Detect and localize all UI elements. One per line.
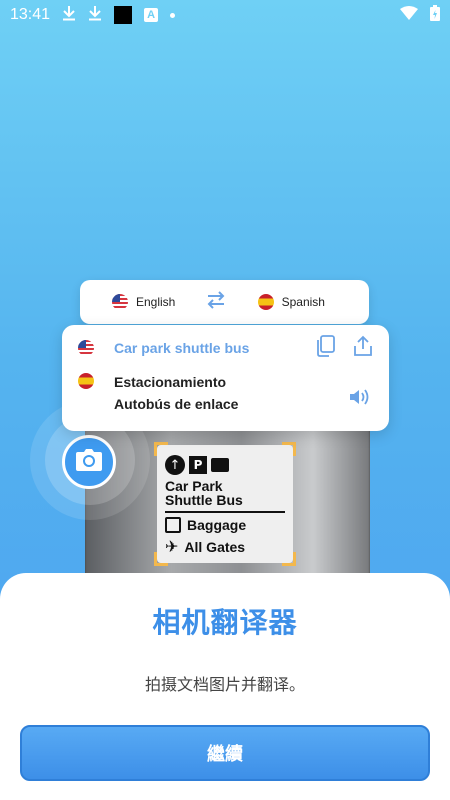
speaker-icon[interactable] xyxy=(349,387,373,415)
a-icon: A xyxy=(144,8,159,22)
sign-line-4: All Gates xyxy=(184,538,246,555)
status-bar: 13:41 A xyxy=(0,0,450,30)
us-flag-icon xyxy=(112,294,128,310)
target-text-line-2: Autobús de enlace xyxy=(114,396,239,412)
sign-line-3: Baggage xyxy=(187,517,247,533)
target-text: Estacionamiento Autobús de enlace xyxy=(114,371,238,415)
us-flag-icon xyxy=(78,340,94,356)
frame-corner xyxy=(282,442,296,456)
source-language-label: English xyxy=(136,295,176,309)
page-title: 相机翻译器 xyxy=(152,606,298,639)
page-description: 拍摄文档图片并翻译。 xyxy=(144,675,305,694)
sign-image: ↑ P Car Park Shuttle Bus Baggage ✈ All G… xyxy=(154,442,296,566)
frame-corner xyxy=(154,552,168,566)
camera-button[interactable] xyxy=(62,435,116,489)
camera-icon xyxy=(76,449,102,475)
battery-icon xyxy=(430,4,440,26)
download-icon xyxy=(62,5,76,26)
sign-line-1: Car Park xyxy=(165,478,223,494)
spain-flag-icon xyxy=(78,373,94,389)
share-icon[interactable] xyxy=(353,335,373,361)
continue-button[interactable]: 繼續 xyxy=(20,725,430,781)
target-text-line-1: Estacionamiento xyxy=(114,374,227,390)
wifi-icon xyxy=(400,5,418,25)
frame-corner xyxy=(282,552,296,566)
source-text: Car park shuttle bus xyxy=(114,340,250,356)
up-arrow-icon: ↑ xyxy=(165,455,185,475)
language-selector-bar: English Spanish xyxy=(80,280,369,324)
baggage-icon xyxy=(165,517,181,533)
status-time: 13:41 xyxy=(10,6,51,23)
copy-icon[interactable] xyxy=(315,335,335,361)
sign-divider xyxy=(165,511,285,513)
swap-arrows-icon[interactable] xyxy=(205,289,227,315)
target-language-selector[interactable]: Spanish xyxy=(257,294,325,310)
download-icon xyxy=(88,5,102,26)
bottom-sheet: 相机翻译器 拍摄文档图片并翻译。 繼續 xyxy=(0,573,450,800)
bus-icon xyxy=(211,458,229,472)
sign-line-2: Shuttle Bus xyxy=(165,492,243,508)
translation-card: Car park shuttle bus Estacionamiento Aut… xyxy=(62,325,389,431)
target-language-label: Spanish xyxy=(281,295,325,309)
dot-icon xyxy=(170,12,176,18)
parking-icon: P xyxy=(189,456,207,474)
black-square-icon xyxy=(114,6,133,24)
frame-corner xyxy=(154,442,168,456)
source-language-selector[interactable]: English xyxy=(112,294,175,310)
spain-flag-icon xyxy=(257,294,274,310)
